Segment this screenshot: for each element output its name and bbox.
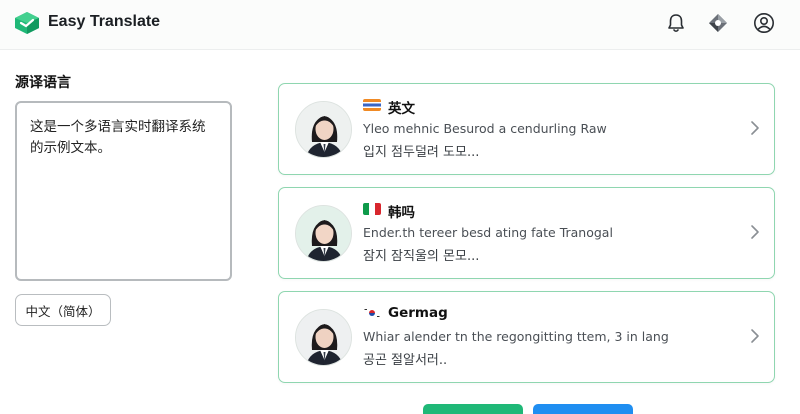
transliteration-text: 입지 점두덜려 도모...: [363, 145, 480, 160]
app-header: Easy Translate: [0, 0, 800, 50]
source-text-input[interactable]: 这是一个多语言实时翻译系统的示例文本。: [15, 101, 232, 281]
avatar: [295, 205, 352, 262]
translation-card[interactable]: 韩吗 Ender.th tereer besd ating fate Trano…: [278, 187, 775, 279]
source-section-title: 源译语言: [15, 75, 71, 91]
translation-text: Yleo mehnic Besurod a cendurling Raw: [363, 121, 607, 136]
card-language-label: Germag: [388, 305, 448, 321]
source-language-select[interactable]: 中文（简体）: [15, 294, 111, 326]
primary-action-button[interactable]: [423, 404, 523, 414]
translation-card[interactable]: Germag Whiar alender tn the regongitting…: [278, 291, 775, 383]
chevron-right-icon: [751, 121, 759, 135]
flag-icon: [363, 99, 381, 111]
avatar: [295, 309, 352, 366]
avatar: [295, 101, 352, 158]
translation-text: Whiar alender tn the regongitting ttem, …: [363, 329, 669, 344]
card-language-label: 英文: [388, 101, 415, 117]
chevron-right-icon: [751, 225, 759, 239]
card-language-label: 韩吗: [388, 205, 415, 221]
secondary-action-button[interactable]: [533, 404, 633, 414]
user-icon[interactable]: [753, 12, 775, 34]
flag-icon: [363, 203, 381, 215]
chevron-right-icon: [751, 329, 759, 343]
translation-text: Ender.th tereer besd ating fate Tranogal: [363, 225, 613, 240]
app-logo-icon: [15, 12, 39, 34]
translation-card[interactable]: 英文 Yleo mehnic Besurod a cendurling Raw …: [278, 83, 775, 175]
translate-icon[interactable]: [707, 12, 729, 34]
bell-icon[interactable]: [665, 12, 687, 34]
app-title: Easy Translate: [48, 13, 161, 30]
flag-icon: [363, 307, 381, 319]
transliteration-text: 공곤 절알서러..: [363, 353, 448, 368]
transliteration-text: 잠지 잠직울의 몬모...: [363, 249, 480, 264]
